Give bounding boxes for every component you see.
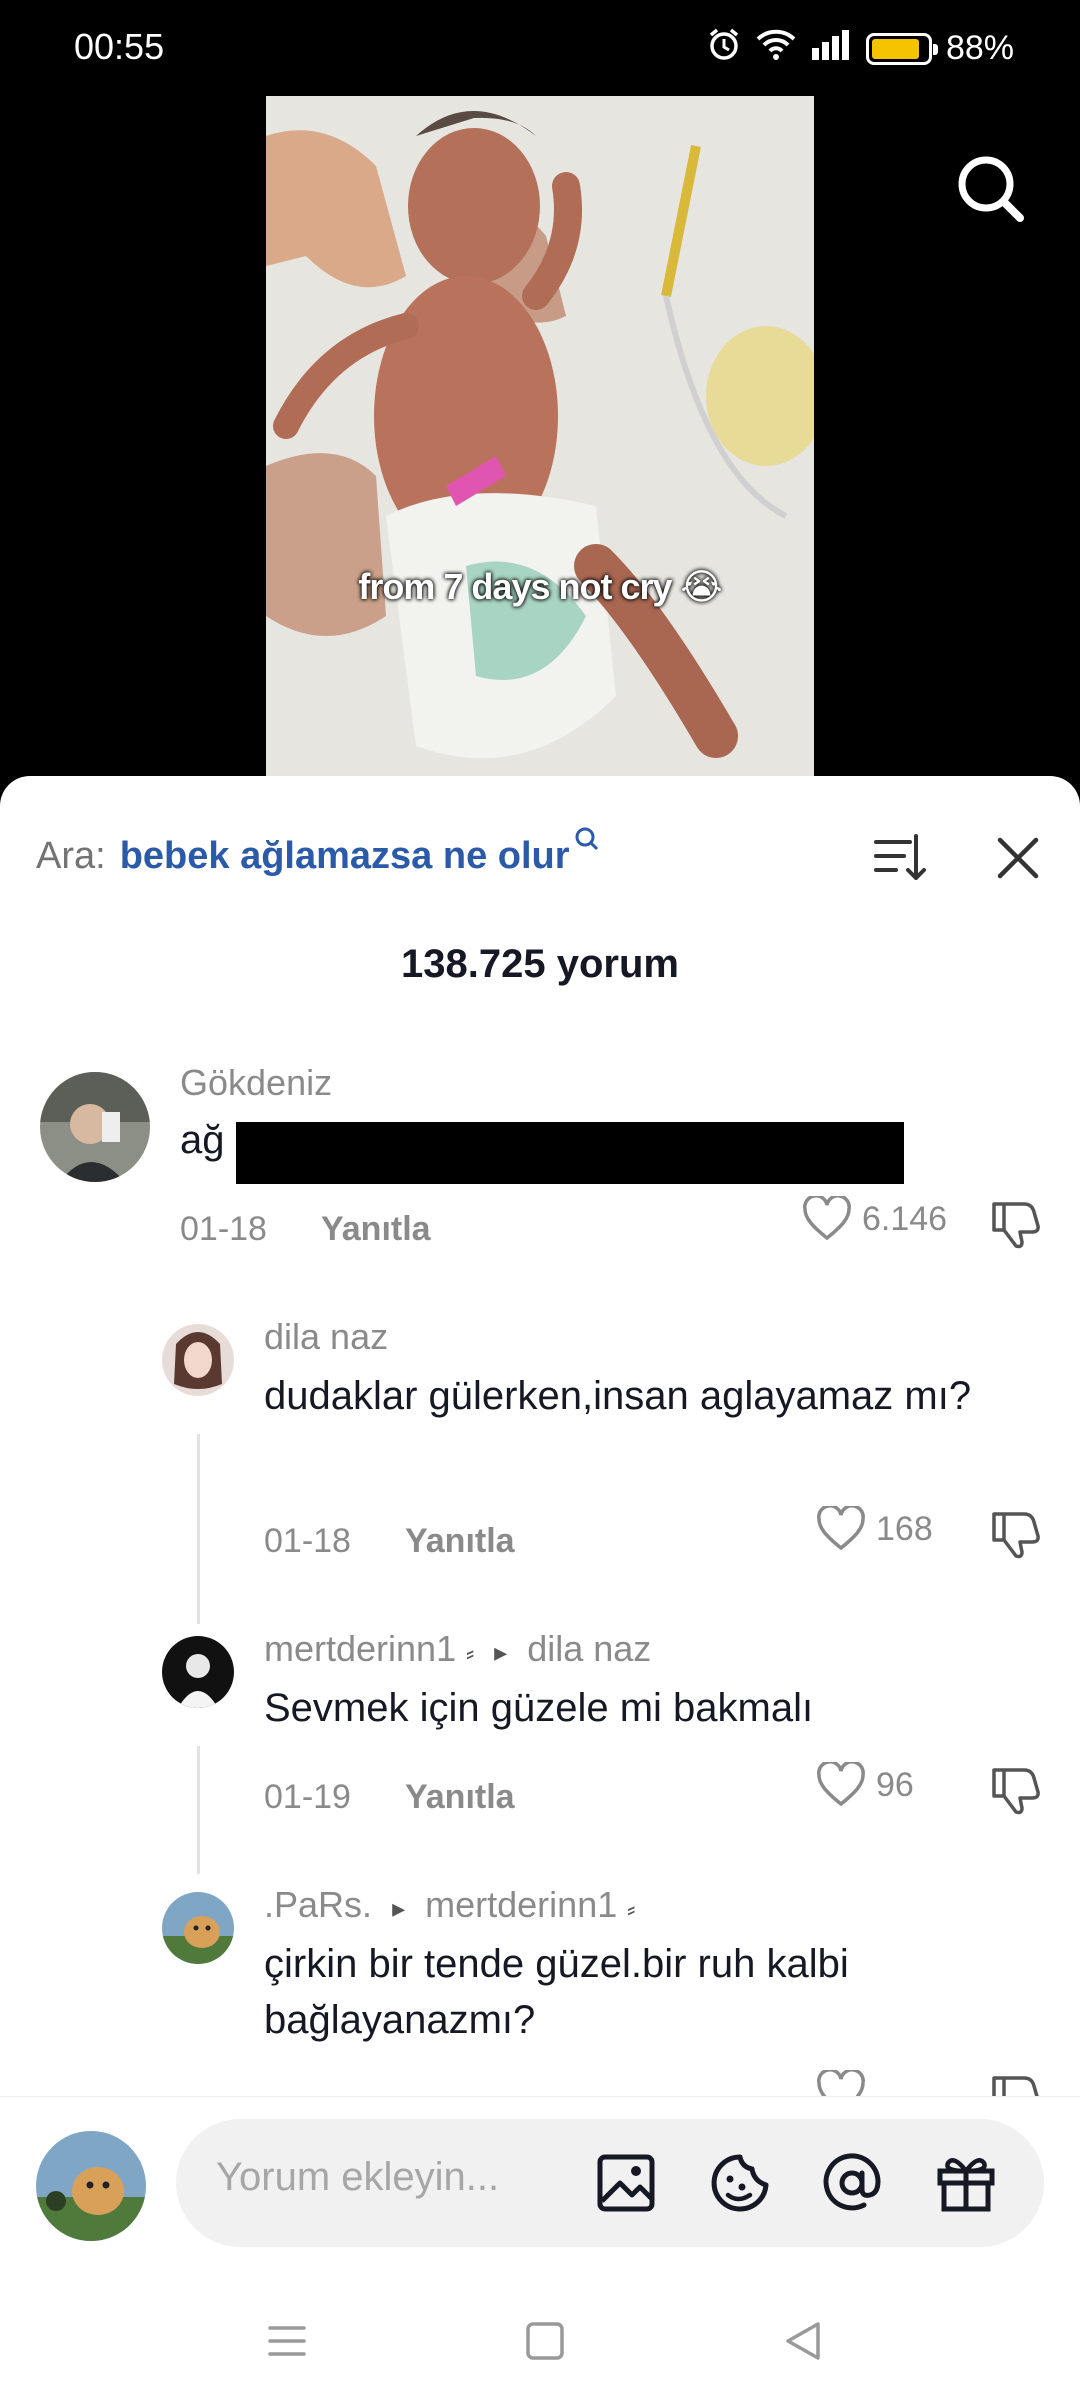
creator-badge-icon: ⸗: [627, 1896, 636, 1923]
dislike-button[interactable]: [988, 1506, 1042, 1560]
dislike-button[interactable]: [988, 1196, 1042, 1250]
comment-username-row: .PaRs. ▸ mertderinn1 ⸗: [264, 1884, 635, 1926]
back-icon[interactable]: [780, 2318, 826, 2364]
reply-button[interactable]: Yanıtla: [321, 1210, 431, 1249]
thread-line: [197, 1746, 200, 1874]
comment-username[interactable]: dila naz: [264, 1316, 388, 1358]
comment-meta: 01-19 Yanıtla: [264, 1778, 515, 1817]
close-icon: [997, 837, 1039, 879]
battery-fill: [871, 38, 920, 59]
like-button[interactable]: [816, 2070, 866, 2096]
comment-username[interactable]: .PaRs.: [264, 1884, 372, 1925]
reply-button[interactable]: Yanıtla: [405, 1778, 515, 1817]
video-caption: from 7 days not cry 😭: [358, 566, 722, 607]
comment-username[interactable]: Gökdeniz: [180, 1062, 332, 1104]
search-icon: [574, 826, 600, 859]
comment-count: 138.725 yorum: [401, 942, 679, 986]
close-button[interactable]: [988, 828, 1048, 888]
signal-icon: [810, 28, 852, 69]
reply-button[interactable]: Yanıtla: [405, 1522, 515, 1561]
alarm-icon: [706, 26, 742, 71]
video-search-button[interactable]: [950, 148, 1030, 228]
reply-arrow-icon: ▸: [392, 1893, 406, 1923]
like-count: 96: [876, 1765, 914, 1804]
dislike-icon: [992, 2076, 1039, 2096]
my-avatar[interactable]: [36, 2131, 146, 2241]
sort-button[interactable]: [870, 828, 930, 888]
comment-input[interactable]: Yorum ekleyin...: [176, 2119, 1044, 2247]
mention-icon[interactable]: [820, 2151, 884, 2215]
comments-sheet: Ara: bebek ağlamazsa ne olur 138.725 yor…: [0, 776, 1080, 2096]
menu-icon[interactable]: [264, 2318, 310, 2364]
comment-date: 01-18: [264, 1522, 351, 1560]
image-icon[interactable]: [594, 2151, 658, 2215]
thread-line: [197, 1434, 200, 1624]
comment-date: 01-19: [264, 1778, 351, 1816]
creator-badge-icon: ⸗: [466, 1640, 475, 1667]
avatar[interactable]: [40, 1072, 150, 1182]
video-frame[interactable]: from 7 days not cry 😭: [266, 96, 814, 786]
battery-percent: 88%: [945, 29, 1014, 67]
battery-icon: [865, 32, 938, 65]
search-icon: [958, 156, 1024, 222]
reply-arrow-icon: ▸: [494, 1637, 508, 1667]
comment-input-bar: Yorum ekleyin...: [0, 2096, 1080, 2278]
gift-icon[interactable]: [934, 2151, 998, 2215]
reply-to-username[interactable]: mertderinn1: [425, 1884, 617, 1925]
avatar[interactable]: [162, 1636, 234, 1708]
related-search-prefix: Ara:: [36, 834, 106, 877]
sort-icon: [874, 834, 926, 880]
wifi-icon: [756, 27, 796, 70]
avatar[interactable]: [162, 1324, 234, 1396]
status-time: 00:55: [74, 26, 165, 67]
comment-username-row: mertderinn1 ⸗ ▸ dila naz: [264, 1628, 651, 1670]
status-icons: 88%: [706, 26, 1014, 71]
comment-text: Sevmek için güzele mi bakmalı: [264, 1686, 814, 1730]
comment-text: dudaklar gülerken,insan aglayamaz mı?: [264, 1374, 972, 1418]
heart-icon: [817, 1506, 865, 1551]
system-nav-bar: [0, 2278, 1080, 2400]
comment-text: çirkin bir tende güzel.bir ruh kalbi bağ…: [264, 1942, 849, 2042]
like-button[interactable]: 6.146: [802, 1196, 947, 1242]
dislike-button[interactable]: [988, 2070, 1042, 2096]
heart-icon: [817, 1762, 865, 1807]
dislike-button[interactable]: [988, 1762, 1042, 1816]
status-bar: 00:55 88%: [0, 0, 1080, 96]
comment-username[interactable]: mertderinn1: [264, 1628, 456, 1669]
dislike-icon: [992, 1202, 1040, 1249]
video-player[interactable]: from 7 days not cry 😭: [0, 96, 1080, 786]
comment-meta: 01-18 Yanıtla: [264, 1522, 515, 1561]
related-search-query[interactable]: bebek ağlamazsa ne olur: [120, 835, 570, 878]
emoji-icon[interactable]: [708, 2151, 772, 2215]
like-button[interactable]: 96: [816, 1762, 914, 1808]
reply-to-username[interactable]: dila naz: [527, 1628, 651, 1669]
heart-icon: [803, 1196, 851, 1241]
heart-icon: [817, 2070, 865, 2096]
video-image: [266, 96, 814, 786]
like-count: 168: [876, 1509, 933, 1548]
dislike-icon: [992, 1512, 1040, 1559]
comment-input-placeholder: Yorum ekleyin...: [216, 2155, 500, 2199]
comment-date: 01-18: [180, 1210, 267, 1248]
like-button[interactable]: 168: [816, 1506, 933, 1552]
home-icon[interactable]: [522, 2318, 568, 2364]
redaction-bar: [236, 1122, 904, 1184]
comment-text: ağ: [180, 1118, 225, 1162]
avatar[interactable]: [162, 1892, 234, 1964]
dislike-icon: [992, 1768, 1040, 1815]
comment-meta: 01-18 Yanıtla: [180, 1210, 431, 1249]
like-count: 6.146: [862, 1199, 948, 1238]
